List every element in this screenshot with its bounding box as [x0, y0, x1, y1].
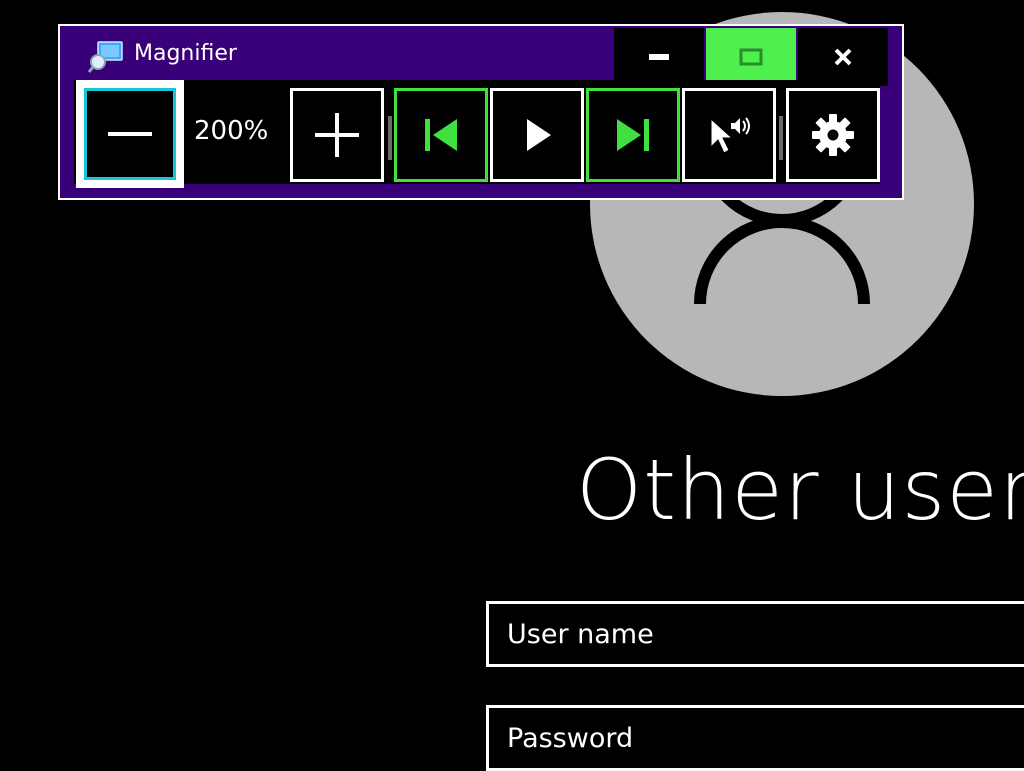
magnifier-window: Magnifier 200%	[58, 24, 904, 200]
magnifier-toolbar: 200%	[74, 80, 880, 188]
zoom-level: 200%	[194, 116, 269, 146]
minimize-icon	[649, 54, 669, 60]
previous-paragraph-button[interactable]	[394, 88, 488, 182]
maximize-button[interactable]	[706, 28, 796, 86]
user-display-name: Other user	[576, 441, 1024, 539]
pointer-speaker-icon	[710, 117, 750, 154]
toolbar-separator	[388, 116, 392, 160]
minimize-button[interactable]	[614, 28, 704, 86]
next-paragraph-button[interactable]	[586, 88, 680, 182]
plus-icon	[315, 113, 359, 157]
zoom-in-button[interactable]	[290, 88, 384, 182]
window-title: Magnifier	[134, 41, 237, 66]
skip-next-icon	[617, 119, 649, 151]
magnifier-titlebar[interactable]: Magnifier	[60, 26, 902, 86]
close-button[interactable]	[798, 28, 888, 86]
zoom-out-focus-ring	[76, 80, 184, 188]
play-button[interactable]	[490, 88, 584, 182]
gear-icon	[812, 114, 854, 156]
minus-icon	[108, 132, 152, 136]
skip-previous-icon	[425, 119, 457, 151]
zoom-out-button[interactable]	[84, 88, 176, 180]
settings-button[interactable]	[786, 88, 880, 182]
read-from-pointer-button[interactable]	[682, 88, 776, 182]
close-icon	[834, 48, 852, 66]
maximize-icon	[739, 48, 763, 66]
magnifier-app-icon	[87, 40, 124, 74]
password-field[interactable]	[486, 705, 1024, 771]
play-icon	[527, 119, 551, 151]
toolbar-separator	[779, 116, 783, 160]
username-field[interactable]	[486, 601, 1024, 667]
